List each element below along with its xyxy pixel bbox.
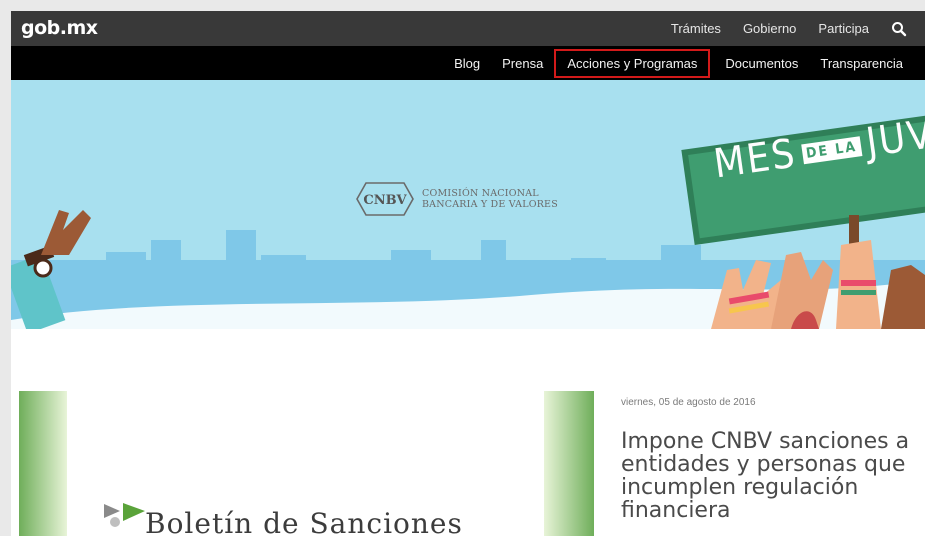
secondary-nav: Blog Prensa Acciones y Programas Documen…: [454, 46, 925, 80]
nav-prensa[interactable]: Prensa: [502, 56, 543, 71]
nav-blog[interactable]: Blog: [454, 56, 480, 71]
cnbv-mark-text: CNBV: [363, 193, 407, 208]
nav-participa[interactable]: Participa: [818, 21, 869, 36]
cnbv-name: COMISIÓN NACIONAL BANCARIA Y DE VALORES: [422, 188, 558, 210]
secondary-nav-bar: Blog Prensa Acciones y Programas Documen…: [11, 46, 925, 80]
hero-banner[interactable]: CNBV COMISIÓN NACIONAL BANCARIA Y DE VAL…: [11, 80, 925, 329]
article-title-link[interactable]: Impone CNBV sanciones a entidades y pers…: [621, 430, 921, 522]
page: gob.mx Trámites Gobierno Participa Blog …: [11, 11, 925, 536]
article-image[interactable]: Boletín de Sanciones: [19, 391, 594, 536]
top-nav: Trámites Gobierno Participa: [671, 11, 925, 46]
nav-documentos[interactable]: Documentos: [725, 56, 798, 71]
nav-gobierno[interactable]: Gobierno: [743, 21, 796, 36]
cnbv-name-line2: BANCARIA Y DE VALORES: [422, 199, 558, 210]
nav-tramites[interactable]: Trámites: [671, 21, 721, 36]
boletin-arrow-grey: [104, 504, 120, 518]
search-icon[interactable]: [891, 21, 907, 37]
top-header-bar: gob.mx Trámites Gobierno Participa: [11, 11, 925, 46]
cnbv-emblem-icon: CNBV: [356, 182, 414, 216]
nav-acciones-y-programas[interactable]: Acciones y Programas: [554, 48, 711, 78]
sign-text-mid: DE LA: [800, 136, 863, 165]
cnbv-logo: CNBV COMISIÓN NACIONAL BANCARIA Y DE VAL…: [356, 182, 558, 216]
boletin-arrow-green: [123, 503, 145, 521]
boletin-title: Boletín de Sanciones: [145, 507, 463, 536]
cnbv-name-line1: COMISIÓN NACIONAL: [422, 188, 539, 199]
nav-transparencia[interactable]: Transparencia: [820, 56, 903, 71]
article-date: viernes, 05 de agosto de 2016: [621, 397, 756, 408]
gobmx-logo[interactable]: gob.mx: [21, 17, 98, 39]
